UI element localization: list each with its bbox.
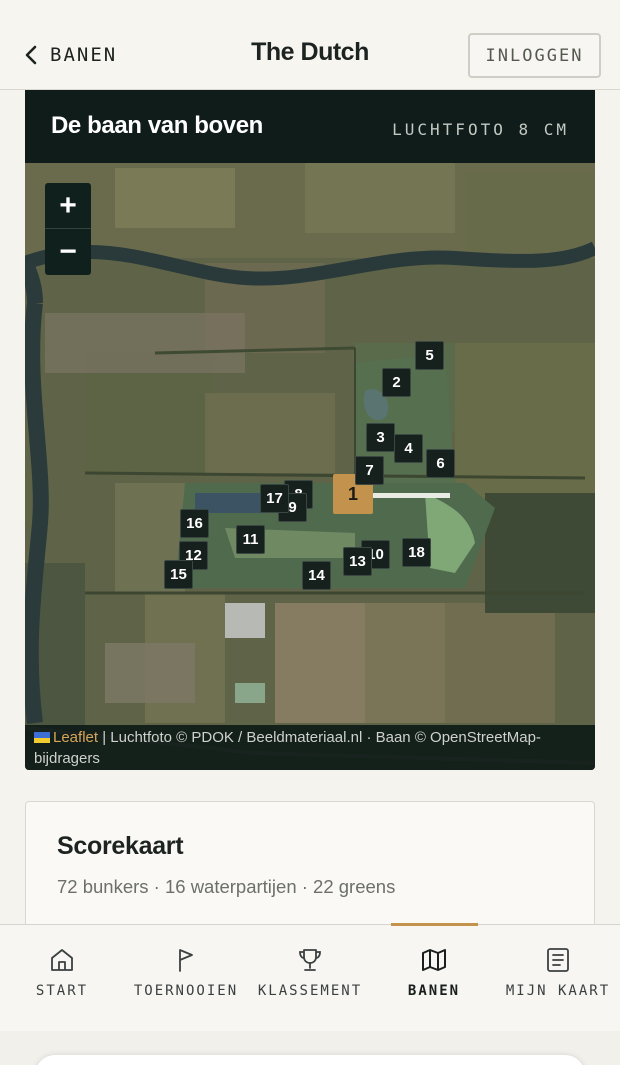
trophy-icon xyxy=(299,949,321,971)
zoom-control: + − xyxy=(45,183,91,275)
leaflet-link[interactable]: Leaflet xyxy=(53,729,98,746)
hole-marker-11[interactable]: 11 xyxy=(236,525,265,554)
hole-marker-4[interactable]: 4 xyxy=(394,434,423,463)
nav-label-mijn-kaart: MIJN KAART xyxy=(505,983,611,999)
map-resolution-label: LUCHTFOTO 8 CM xyxy=(392,120,569,139)
home-icon xyxy=(51,949,73,971)
aerial-photo xyxy=(25,163,595,770)
hole-marker-18[interactable]: 18 xyxy=(402,538,431,567)
hole-marker-6[interactable]: 6 xyxy=(426,449,455,478)
nav-label-klassement: KLASSEMENT xyxy=(257,983,363,999)
nav-item-start[interactable]: START xyxy=(22,925,102,1032)
hole-marker-5[interactable]: 5 xyxy=(415,341,444,370)
scorecard-icon xyxy=(547,948,569,972)
scorecard-stats: 72 bunkers · 16 waterpartijen · 22 green… xyxy=(57,876,396,897)
hole-marker-13[interactable]: 13 xyxy=(343,547,372,576)
aerial-map[interactable]: + − 1 2 3 4 5 6 7 8 9 10 11 12 13 14 15 … xyxy=(25,163,595,770)
hole-marker-7[interactable]: 7 xyxy=(355,456,384,485)
top-bar: BANEN The Dutch INLOGGEN xyxy=(0,0,620,90)
nav-label-toernooien: TOERNOOIEN xyxy=(133,983,239,999)
map-icon xyxy=(422,949,446,971)
home-indicator-bar xyxy=(35,1055,585,1065)
hole-marker-16[interactable]: 16 xyxy=(180,509,209,538)
nav-item-mijn-kaart[interactable]: MIJN KAART xyxy=(503,925,613,1032)
nav-item-klassement[interactable]: KLASSEMENT xyxy=(255,925,365,1032)
course-map-card: De baan van boven LUCHTFOTO 8 CM + − 1 2… xyxy=(25,90,595,770)
hole-marker-15[interactable]: 15 xyxy=(164,560,193,589)
nav-label-banen: BANEN xyxy=(407,983,461,999)
hole-marker-17[interactable]: 17 xyxy=(260,484,289,513)
nav-item-toernooien[interactable]: TOERNOOIEN xyxy=(131,925,241,1032)
scorecard-title: Scorekaart xyxy=(57,832,184,860)
map-attribution: Leaflet | Luchtfoto © PDOK / Beeldmateri… xyxy=(25,725,595,770)
zoom-out-button[interactable]: − xyxy=(45,229,91,275)
map-title: De baan van boven xyxy=(51,112,263,139)
bottom-navigation: START TOERNOOIEN KLASSEMENT BANEN MIJN K… xyxy=(0,923,620,1032)
map-header: De baan van boven LUCHTFOTO 8 CM xyxy=(25,90,595,163)
hole-marker-3[interactable]: 3 xyxy=(366,423,395,452)
system-bottom-area xyxy=(0,1031,620,1065)
hole-marker-2[interactable]: 2 xyxy=(382,368,411,397)
ukraine-flag-icon xyxy=(34,732,50,743)
attribution-text: | Luchtfoto © PDOK / Beeldmateriaal.nl ·… xyxy=(34,729,541,767)
login-button[interactable]: INLOGGEN xyxy=(468,33,601,78)
hole-marker-14[interactable]: 14 xyxy=(302,561,331,590)
flag-icon xyxy=(179,949,193,972)
nav-label-start: START xyxy=(35,983,89,999)
zoom-in-button[interactable]: + xyxy=(45,183,91,229)
nav-item-banen[interactable]: BANEN xyxy=(394,925,474,1032)
